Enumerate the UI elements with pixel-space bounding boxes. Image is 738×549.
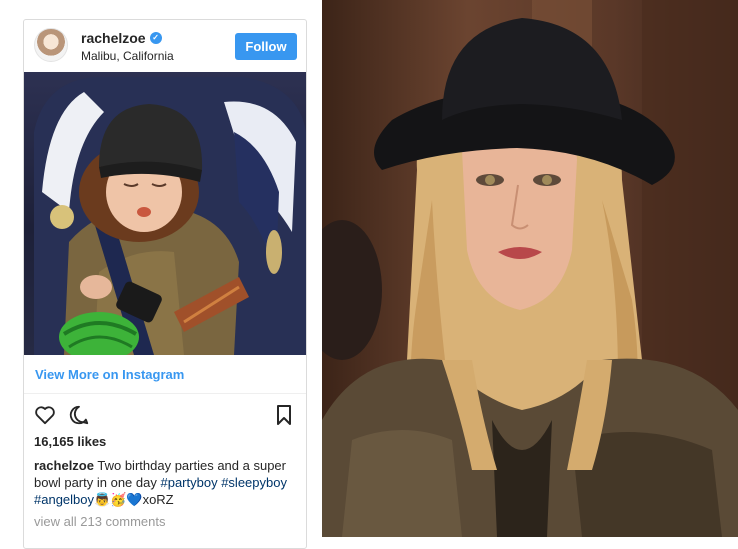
view-comments-link[interactable]: view all 213 comments bbox=[34, 514, 166, 529]
location-label[interactable]: Malibu, California bbox=[81, 49, 174, 63]
username-row: rachelzoe ✓ bbox=[81, 30, 162, 46]
divider bbox=[24, 393, 306, 394]
hashtag[interactable]: #partyboy bbox=[160, 475, 217, 490]
portrait-illustration bbox=[322, 0, 738, 537]
post-caption: rachelzoe Two birthday parties and a sup… bbox=[34, 457, 302, 508]
caption-signoff: xoRZ bbox=[142, 492, 174, 507]
portrait-photo bbox=[322, 0, 738, 537]
avatar[interactable] bbox=[34, 28, 68, 62]
heart-icon[interactable] bbox=[34, 405, 56, 430]
caption-emojis: 👼🥳💙 bbox=[94, 492, 143, 507]
hashtag[interactable]: #angelboy bbox=[34, 492, 94, 507]
instagram-embed-card: rachelzoe ✓ Malibu, California Follow Vi… bbox=[23, 19, 307, 549]
hashtag[interactable]: #sleepyboy bbox=[221, 475, 287, 490]
post-header: rachelzoe ✓ Malibu, California Follow bbox=[24, 20, 306, 72]
caption-username[interactable]: rachelzoe bbox=[34, 458, 94, 473]
post-photo[interactable] bbox=[24, 72, 306, 355]
likes-count[interactable]: 16,165 likes bbox=[34, 434, 106, 449]
verified-badge-icon: ✓ bbox=[149, 32, 162, 44]
username[interactable]: rachelzoe bbox=[81, 30, 146, 46]
post-photo-illustration bbox=[34, 77, 306, 355]
follow-button[interactable]: Follow bbox=[235, 33, 297, 60]
comment-icon[interactable] bbox=[68, 404, 90, 431]
bookmark-icon[interactable] bbox=[276, 405, 292, 430]
view-more-link[interactable]: View More on Instagram bbox=[35, 367, 184, 382]
